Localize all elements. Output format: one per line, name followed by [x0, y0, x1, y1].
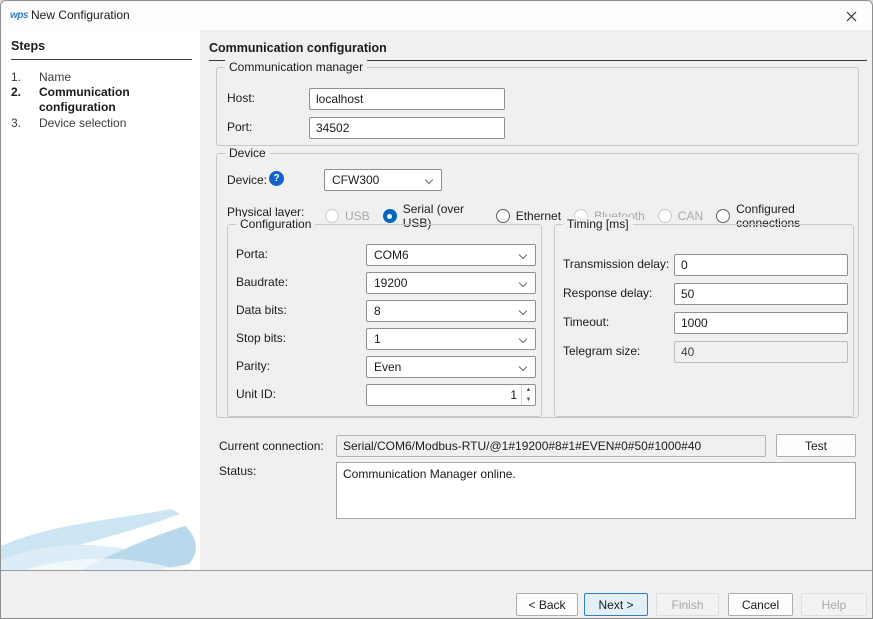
back-button[interactable]: < Back: [516, 593, 578, 616]
timing-group: Timing [ms] Transmission delay: Response…: [554, 224, 854, 417]
help-button: Help: [801, 593, 867, 616]
data-bits-select[interactable]: 8: [366, 300, 536, 322]
radio-can: CAN: [658, 209, 703, 223]
window-title: New Configuration: [31, 8, 130, 22]
porta-select[interactable]: COM6: [366, 244, 536, 266]
status-label: Status:: [219, 464, 256, 478]
step-item-name: 1. Name: [11, 70, 193, 85]
port-input[interactable]: [309, 117, 505, 139]
unit-id-stepper[interactable]: ▲ ▼: [366, 384, 536, 406]
step-number: 1.: [11, 70, 39, 85]
step-item-device-selection: 3. Device selection: [11, 116, 193, 131]
current-connection-label: Current connection:: [219, 439, 324, 453]
communication-manager-group: Communication manager Host: Port:: [216, 67, 859, 146]
new-configuration-dialog: wps New Configuration Steps 1. Name 2. C…: [0, 0, 873, 619]
chevron-down-icon: [425, 176, 433, 184]
step-label: Name: [39, 70, 179, 85]
response-delay-label: Response delay:: [563, 286, 652, 300]
step-number: 2.: [11, 85, 39, 115]
wps-logo-icon: wps: [10, 10, 28, 21]
current-connection-field[interactable]: [336, 435, 766, 457]
step-label: Communication configuration: [39, 85, 179, 115]
port-label: Port:: [227, 120, 252, 134]
spinner-up-icon[interactable]: ▲: [522, 385, 535, 395]
timeout-label: Timeout:: [563, 315, 609, 329]
radio-icon: [658, 209, 672, 223]
spinner-buttons: ▲ ▼: [521, 385, 535, 405]
radio-selected-icon: [383, 209, 397, 223]
group-legend: Configuration: [236, 217, 315, 231]
chevron-down-icon: [519, 363, 527, 371]
transmission-delay-label: Transmission delay:: [563, 257, 669, 271]
radio-ethernet[interactable]: Ethernet: [496, 209, 561, 223]
test-button[interactable]: Test: [776, 434, 856, 457]
timeout-input[interactable]: [674, 312, 848, 334]
device-label: Device:: [227, 173, 267, 187]
chevron-down-icon: [519, 251, 527, 259]
radio-usb: USB: [325, 209, 370, 223]
next-button[interactable]: Next >: [584, 593, 648, 616]
chevron-down-icon: [519, 307, 527, 315]
porta-label: Porta:: [236, 247, 268, 261]
finish-button: Finish: [656, 593, 719, 616]
device-select[interactable]: CFW300: [324, 169, 442, 191]
device-help-icon[interactable]: ?: [269, 171, 284, 186]
radio-icon: [716, 209, 730, 223]
chevron-down-icon: [519, 335, 527, 343]
step-label: Device selection: [39, 116, 179, 131]
data-bits-label: Data bits:: [236, 303, 287, 317]
response-delay-input[interactable]: [674, 283, 848, 305]
stop-bits-label: Stop bits:: [236, 331, 286, 345]
step-number: 3.: [11, 116, 39, 131]
radio-icon: [496, 209, 510, 223]
status-textarea[interactable]: Communication Manager online.: [336, 462, 856, 519]
unit-id-label: Unit ID:: [236, 387, 276, 401]
page-title: Communication configuration: [209, 41, 867, 61]
baudrate-label: Baudrate:: [236, 275, 288, 289]
baudrate-select[interactable]: 19200: [366, 272, 536, 294]
host-input[interactable]: [309, 88, 505, 110]
host-label: Host:: [227, 91, 255, 105]
device-group: Device Device: ? CFW300 Physical layer: …: [216, 153, 859, 418]
cancel-button[interactable]: Cancel: [728, 593, 793, 616]
unit-id-input[interactable]: [367, 385, 521, 405]
title-bar: wps New Configuration: [1, 1, 873, 30]
parity-label: Parity:: [236, 359, 270, 373]
telegram-size-input: [674, 341, 848, 363]
chevron-down-icon: [519, 279, 527, 287]
radio-icon: [325, 209, 339, 223]
close-icon[interactable]: [837, 5, 865, 27]
group-legend: Timing [ms]: [563, 217, 633, 231]
group-legend: Device: [225, 146, 270, 160]
steps-heading: Steps: [11, 39, 192, 60]
spinner-down-icon[interactable]: ▼: [522, 395, 535, 405]
configuration-group: Configuration Porta: COM6 Baudrate: 1920…: [227, 224, 542, 417]
group-legend: Communication manager: [225, 60, 367, 74]
device-select-value: CFW300: [332, 173, 379, 187]
transmission-delay-input[interactable]: [674, 254, 848, 276]
parity-select[interactable]: Even: [366, 356, 536, 378]
step-item-communication-configuration: 2. Communication configuration: [11, 85, 193, 115]
stop-bits-select[interactable]: 1: [366, 328, 536, 350]
telegram-size-label: Telegram size:: [563, 344, 640, 358]
